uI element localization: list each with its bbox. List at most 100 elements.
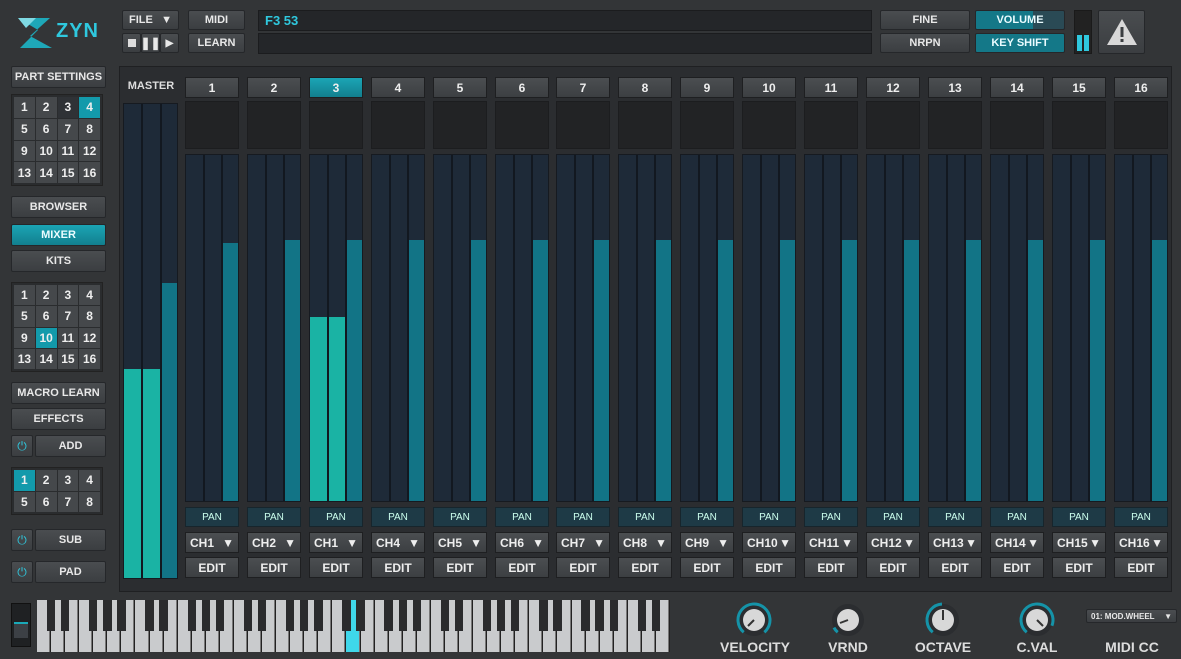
strip-15-instrument-slot[interactable] [1052, 101, 1106, 149]
strip-2-select-button[interactable]: 2 [247, 77, 301, 98]
velocity-knob[interactable] [735, 601, 773, 639]
black-key[interactable] [314, 600, 323, 631]
strip-9-select-button[interactable]: 9 [680, 77, 734, 98]
strip-2-pan-slider[interactable]: PAN [247, 507, 301, 527]
strip-2-edit-button[interactable]: EDIT [247, 557, 301, 578]
strip-5-edit-button[interactable]: EDIT [433, 557, 487, 578]
black-key[interactable] [384, 600, 393, 631]
black-key[interactable] [243, 600, 253, 631]
learn-button[interactable]: LEARN [188, 33, 245, 53]
strip-9-midi-channel-select[interactable]: CH9 ▼ [680, 532, 734, 553]
strip-10-instrument-slot[interactable] [742, 101, 796, 149]
kit-grid-cell-7[interactable]: 7 [57, 306, 79, 327]
strip-15-pan-slider[interactable]: PAN [1052, 507, 1106, 527]
fx-grid-cell-5[interactable]: 5 [14, 491, 35, 512]
browser-button[interactable]: BROWSER [11, 196, 106, 218]
black-key[interactable] [511, 600, 520, 631]
black-key[interactable] [300, 600, 309, 631]
master-fader[interactable] [123, 103, 178, 579]
strip-16-instrument-slot[interactable] [1114, 101, 1168, 149]
strip-10-select-button[interactable]: 10 [742, 77, 796, 98]
black-key[interactable] [496, 600, 506, 631]
octave-knob[interactable] [924, 601, 962, 639]
strip-6-instrument-slot[interactable] [495, 101, 549, 149]
strip-4-edit-button[interactable]: EDIT [371, 557, 425, 578]
strip-3-fader[interactable] [309, 154, 363, 502]
strip-16-midi-channel-select[interactable]: CH16 ▼ [1114, 532, 1168, 553]
strip-9-pan-slider[interactable]: PAN [680, 507, 734, 527]
add-power-button[interactable]: ⏻ [11, 435, 33, 457]
strip-16-edit-button[interactable]: EDIT [1114, 557, 1168, 578]
black-key[interactable] [201, 600, 211, 631]
black-key[interactable] [89, 600, 98, 631]
kit-grid-cell-2[interactable]: 2 [35, 285, 57, 306]
play-button[interactable]: ▶ [160, 33, 179, 53]
strip-13-pan-slider[interactable]: PAN [928, 507, 982, 527]
fx-grid-cell-2[interactable]: 2 [35, 470, 57, 491]
part-grid-cell-16[interactable]: 16 [79, 162, 100, 183]
strip-5-fader[interactable] [433, 154, 487, 502]
strip-13-instrument-slot[interactable] [928, 101, 982, 149]
strip-8-midi-channel-select[interactable]: CH8 ▼ [618, 532, 672, 553]
strip-2-instrument-slot[interactable] [247, 101, 301, 149]
strip-6-midi-channel-select[interactable]: CH6 ▼ [495, 532, 549, 553]
strip-1-edit-button[interactable]: EDIT [185, 557, 239, 578]
strip-12-midi-channel-select[interactable]: CH12 ▼ [866, 532, 920, 553]
strip-6-fader[interactable] [495, 154, 549, 502]
kit-grid-cell-12[interactable]: 12 [79, 327, 100, 348]
kits-button[interactable]: KITS [11, 250, 106, 272]
effects-button[interactable]: EFFECTS [11, 408, 106, 430]
black-key[interactable] [454, 600, 464, 631]
panic-button[interactable] [1098, 10, 1145, 54]
strip-14-edit-button[interactable]: EDIT [990, 557, 1044, 578]
kit-grid-cell-13[interactable]: 13 [14, 348, 35, 369]
strip-7-pan-slider[interactable]: PAN [556, 507, 610, 527]
strip-10-edit-button[interactable]: EDIT [742, 557, 796, 578]
kit-grid-cell-1[interactable]: 1 [14, 285, 35, 306]
file-menu-button[interactable]: FILE ▼ [122, 10, 179, 30]
part-grid-cell-2[interactable]: 2 [35, 97, 57, 118]
part-grid-cell-3[interactable]: 3 [57, 97, 79, 118]
strip-8-edit-button[interactable]: EDIT [618, 557, 672, 578]
part-grid-cell-12[interactable]: 12 [79, 140, 100, 162]
strip-14-pan-slider[interactable]: PAN [990, 507, 1044, 527]
strip-16-fader[interactable] [1114, 154, 1168, 502]
black-key[interactable] [356, 600, 365, 631]
strip-3-midi-channel-select[interactable]: CH1 ▼ [309, 532, 363, 553]
part-grid-cell-13[interactable]: 13 [14, 162, 35, 183]
strip-4-fader[interactable] [371, 154, 425, 502]
strip-1-pan-slider[interactable]: PAN [185, 507, 239, 527]
strip-12-instrument-slot[interactable] [866, 101, 920, 149]
black-key[interactable] [595, 600, 604, 631]
strip-11-pan-slider[interactable]: PAN [804, 507, 858, 527]
strip-12-select-button[interactable]: 12 [866, 77, 920, 98]
strip-12-fader[interactable] [866, 154, 920, 502]
strip-7-fader[interactable] [556, 154, 610, 502]
black-key[interactable] [60, 600, 70, 631]
part-grid-cell-15[interactable]: 15 [57, 162, 79, 183]
black-key[interactable] [117, 600, 126, 631]
strip-1-midi-channel-select[interactable]: CH1 ▼ [185, 532, 239, 553]
strip-8-pan-slider[interactable]: PAN [618, 507, 672, 527]
pad-button[interactable]: PAD [35, 561, 106, 583]
fx-grid-cell-3[interactable]: 3 [57, 470, 79, 491]
strip-3-edit-button[interactable]: EDIT [309, 557, 363, 578]
strip-16-select-button[interactable]: 16 [1114, 77, 1168, 98]
midicc-select[interactable]: 01: MOD.WHEEL ▼ [1086, 609, 1177, 623]
strip-5-select-button[interactable]: 5 [433, 77, 487, 98]
kit-grid-cell-16[interactable]: 16 [79, 348, 100, 369]
strip-4-midi-channel-select[interactable]: CH4 ▼ [371, 532, 425, 553]
black-key[interactable] [398, 600, 407, 631]
strip-8-instrument-slot[interactable] [618, 101, 672, 149]
strip-7-midi-channel-select[interactable]: CH7 ▼ [556, 532, 610, 553]
kit-grid-cell-6[interactable]: 6 [35, 306, 57, 327]
kit-grid-cell-5[interactable]: 5 [14, 306, 35, 327]
strip-5-pan-slider[interactable]: PAN [433, 507, 487, 527]
strip-3-select-button[interactable]: 3 [309, 77, 363, 98]
kit-grid-cell-11[interactable]: 11 [57, 327, 79, 348]
black-key[interactable] [285, 600, 295, 631]
strip-2-midi-channel-select[interactable]: CH2 ▼ [247, 532, 301, 553]
part-grid-cell-5[interactable]: 5 [14, 118, 35, 140]
strip-9-edit-button[interactable]: EDIT [680, 557, 734, 578]
strip-15-midi-channel-select[interactable]: CH15 ▼ [1052, 532, 1106, 553]
